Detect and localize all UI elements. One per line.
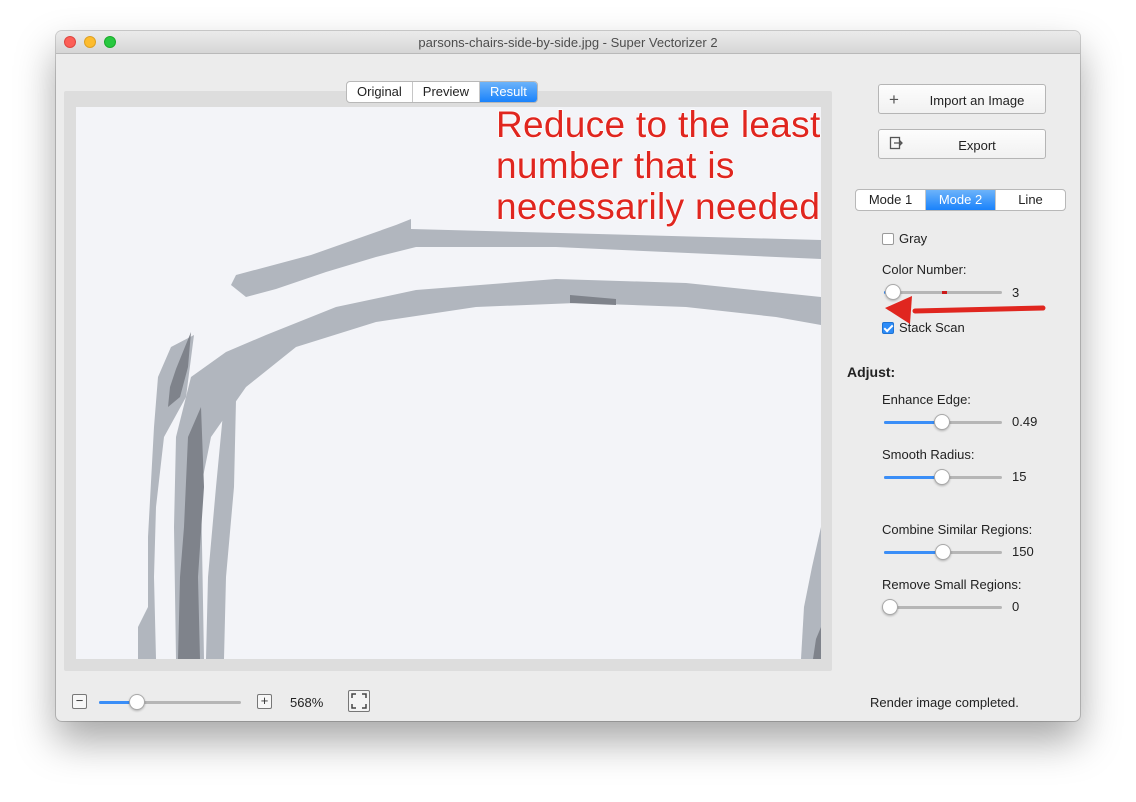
enhance-edge-slider[interactable] <box>884 414 1002 430</box>
import-image-label: Import an Image <box>929 93 1025 108</box>
color-number-value: 3 <box>1012 285 1020 300</box>
tab-result[interactable]: Result <box>480 82 537 102</box>
stack-scan-option[interactable]: Stack Scan <box>882 320 965 335</box>
tab-original[interactable]: Original <box>347 82 413 102</box>
stack-scan-label: Stack Scan <box>899 320 965 335</box>
color-number-knob[interactable] <box>885 284 901 300</box>
combine-regions-knob[interactable] <box>935 544 951 560</box>
smooth-radius-knob[interactable] <box>934 469 950 485</box>
stack-scan-checkbox[interactable] <box>882 322 894 334</box>
gray-checkbox[interactable] <box>882 233 894 245</box>
enhance-edge-label: Enhance Edge: <box>882 392 971 407</box>
combine-regions-value: 150 <box>1012 544 1034 559</box>
gray-option[interactable]: Gray <box>882 231 927 246</box>
zoom-in-button[interactable]: + <box>257 694 272 709</box>
status-text: Render image completed. <box>870 695 1019 710</box>
plus-icon: + <box>889 90 899 109</box>
color-number-label: Color Number: <box>882 262 967 277</box>
remove-regions-knob[interactable] <box>882 599 898 615</box>
adjust-heading: Adjust: <box>847 364 896 380</box>
zoom-knob[interactable] <box>129 694 145 710</box>
remove-regions-value: 0 <box>1012 599 1020 614</box>
fit-to-window-button[interactable] <box>348 690 370 712</box>
annotation-line-3: necessarily needed <box>495 185 821 227</box>
combine-regions-label: Combine Similar Regions: <box>882 522 1033 537</box>
combine-regions-slider[interactable] <box>884 544 1002 560</box>
window-title: parsons-chairs-side-by-side.jpg - Super … <box>418 35 718 50</box>
remove-regions-slider[interactable] <box>882 599 1002 615</box>
color-number-slider[interactable] <box>884 284 1002 300</box>
smooth-radius-slider[interactable] <box>884 469 1002 485</box>
import-image-button[interactable]: + Import an Image <box>878 84 1046 114</box>
remove-regions-label: Remove Small Regions: <box>882 577 1022 592</box>
tab-preview[interactable]: Preview <box>413 82 481 102</box>
annotation-text: Reduce to the least number that is neces… <box>495 103 856 227</box>
smooth-radius-value: 15 <box>1012 469 1027 484</box>
tab-mode-2[interactable]: Mode 2 <box>926 190 996 210</box>
tab-line[interactable]: Line <box>996 190 1065 210</box>
enhance-edge-knob[interactable] <box>934 414 950 430</box>
gray-label: Gray <box>899 231 928 246</box>
enhance-edge-value: 0.49 <box>1012 414 1038 429</box>
export-button[interactable]: Export <box>878 129 1046 159</box>
title-bar: parsons-chairs-side-by-side.jpg - Super … <box>56 31 1080 54</box>
tab-mode-1[interactable]: Mode 1 <box>856 190 926 210</box>
annotation-line-2: number that is <box>495 144 735 186</box>
export-icon <box>889 135 903 155</box>
annotation-line-1: Reduce to the least <box>495 103 821 145</box>
smooth-radius-label: Smooth Radius: <box>882 447 975 462</box>
fullscreen-icon <box>351 693 367 709</box>
zoom-out-button[interactable]: − <box>72 694 87 709</box>
zoom-slider[interactable] <box>99 694 241 710</box>
zoom-level: 568% <box>290 695 324 710</box>
view-mode-tabs: Original Preview Result <box>346 81 538 103</box>
export-label: Export <box>958 138 996 153</box>
mode-selector: Mode 1 Mode 2 Line <box>855 189 1066 211</box>
